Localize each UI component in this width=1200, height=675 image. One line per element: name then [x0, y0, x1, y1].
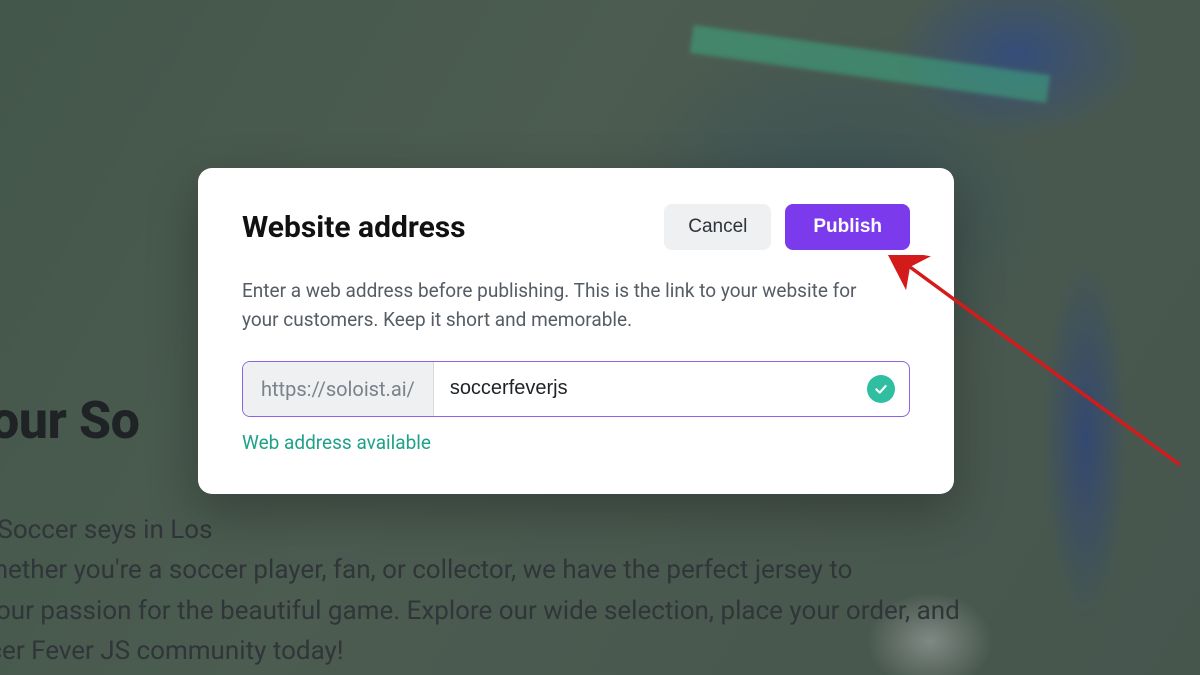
url-prefix-label: https://soloist.ai/: [243, 362, 434, 416]
check-icon: [867, 375, 895, 403]
url-input-wrapper: [434, 362, 909, 416]
modal-title: Website address: [242, 210, 466, 245]
modal-actions: Cancel Publish: [664, 204, 910, 250]
cancel-button[interactable]: Cancel: [664, 204, 771, 250]
publish-button[interactable]: Publish: [785, 204, 910, 250]
publish-modal: Website address Cancel Publish Enter a w…: [198, 168, 954, 494]
page-body-fragment: ome to Soccer seys in Los eles. Whether …: [0, 510, 1190, 671]
availability-status: Web address available: [242, 431, 910, 454]
page-heading-fragment: t Your So: [0, 390, 139, 451]
website-address-input[interactable]: [450, 377, 893, 400]
modal-header: Website address Cancel Publish: [242, 204, 910, 250]
url-input-group: https://soloist.ai/: [242, 361, 910, 417]
modal-description: Enter a web address before publishing. T…: [242, 276, 882, 335]
